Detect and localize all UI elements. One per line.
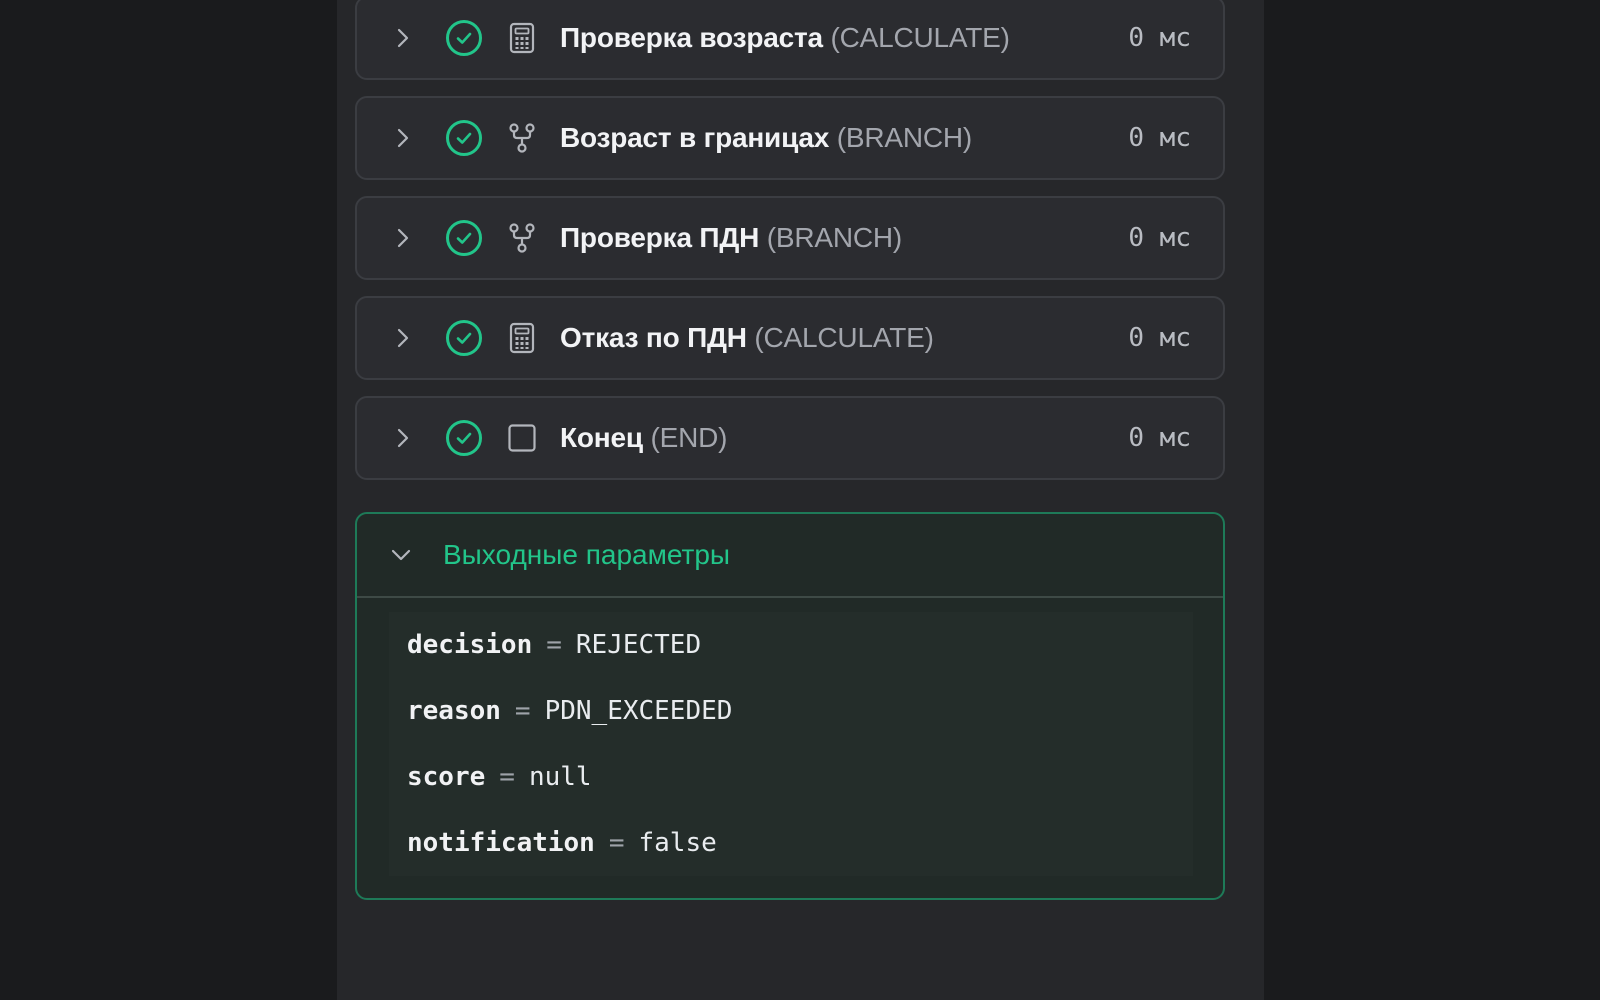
check-circle-icon	[446, 20, 482, 56]
param-value: null	[528, 762, 592, 792]
step-title: Проверка ПДН (BRANCH)	[560, 222, 902, 254]
chevron-right-icon[interactable]	[393, 328, 413, 348]
param-key: decision	[407, 630, 533, 660]
step-item[interactable]: Возраст в границах (BRANCH) 0 мс	[355, 96, 1225, 180]
param-equals: =	[514, 696, 531, 726]
step-name: Отказ по ПДН	[560, 322, 747, 353]
param-row: score = null	[389, 744, 1193, 810]
step-item[interactable]: Отказ по ПДН (CALCULATE) 0 мс	[355, 296, 1225, 380]
output-params-list: decision = REJECTED reason = PDN_EXCEEDED sc…	[389, 612, 1193, 876]
step-type: (CALCULATE)	[754, 322, 934, 353]
check-circle-icon	[446, 420, 482, 456]
chevron-right-icon[interactable]	[393, 228, 413, 248]
calculator-icon	[509, 322, 535, 354]
step-list: Проверка возраста (CALCULATE) 0 мс Возра…	[355, 0, 1225, 496]
step-duration: 0 мс	[1128, 223, 1191, 253]
branch-icon	[509, 223, 535, 253]
chevron-right-icon[interactable]	[393, 128, 413, 148]
step-type: (END)	[650, 422, 728, 453]
step-title: Отказ по ПДН (CALCULATE)	[560, 322, 934, 354]
step-title: Проверка возраста (CALCULATE)	[560, 22, 1010, 54]
chevron-right-icon[interactable]	[393, 28, 413, 48]
param-value: REJECTED	[575, 630, 702, 660]
param-equals: =	[546, 630, 562, 660]
output-params-header[interactable]: Выходные параметры	[357, 514, 1223, 598]
step-duration: 0 мс	[1128, 23, 1191, 53]
param-value: PDN_EXCEEDED	[544, 696, 733, 726]
step-item[interactable]: Проверка возраста (CALCULATE) 0 мс	[355, 0, 1225, 80]
output-params-title: Выходные параметры	[443, 539, 731, 570]
check-circle-icon	[446, 220, 482, 256]
square-icon	[508, 424, 536, 452]
step-duration: 0 мс	[1128, 323, 1191, 353]
step-name: Возраст в границах	[560, 122, 830, 153]
step-type: (BRANCH)	[836, 122, 973, 153]
param-row: reason = PDN_EXCEEDED	[389, 678, 1193, 744]
step-name: Проверка возраста	[560, 22, 823, 53]
chevron-down-icon[interactable]	[391, 545, 411, 565]
param-equals: =	[608, 828, 625, 858]
output-params-panel: Выходные параметры decision = REJECTED rea…	[355, 512, 1225, 900]
check-circle-icon	[446, 320, 482, 356]
param-row: decision = REJECTED	[389, 612, 1193, 678]
step-title: Конец (END)	[560, 422, 727, 454]
check-circle-icon	[446, 120, 482, 156]
step-duration: 0 мс	[1128, 123, 1191, 153]
param-key: reason	[407, 696, 501, 726]
step-name: Конец	[560, 422, 643, 453]
param-key: notification	[407, 828, 595, 858]
param-value: false	[638, 828, 717, 858]
step-duration: 0 мс	[1128, 423, 1191, 453]
param-equals: =	[499, 762, 515, 792]
param-key: score	[407, 762, 486, 792]
chevron-right-icon[interactable]	[393, 428, 413, 448]
step-name: Проверка ПДН	[560, 222, 760, 253]
param-row: notification = false	[389, 810, 1193, 876]
step-type: (CALCULATE)	[830, 22, 1010, 53]
step-item[interactable]: Конец (END) 0 мс	[355, 396, 1225, 480]
branch-icon	[509, 123, 535, 153]
step-title: Возраст в границах (BRANCH)	[560, 122, 972, 154]
step-item[interactable]: Проверка ПДН (BRANCH) 0 мс	[355, 196, 1225, 280]
calculator-icon	[509, 22, 535, 54]
step-type: (BRANCH)	[766, 222, 903, 253]
